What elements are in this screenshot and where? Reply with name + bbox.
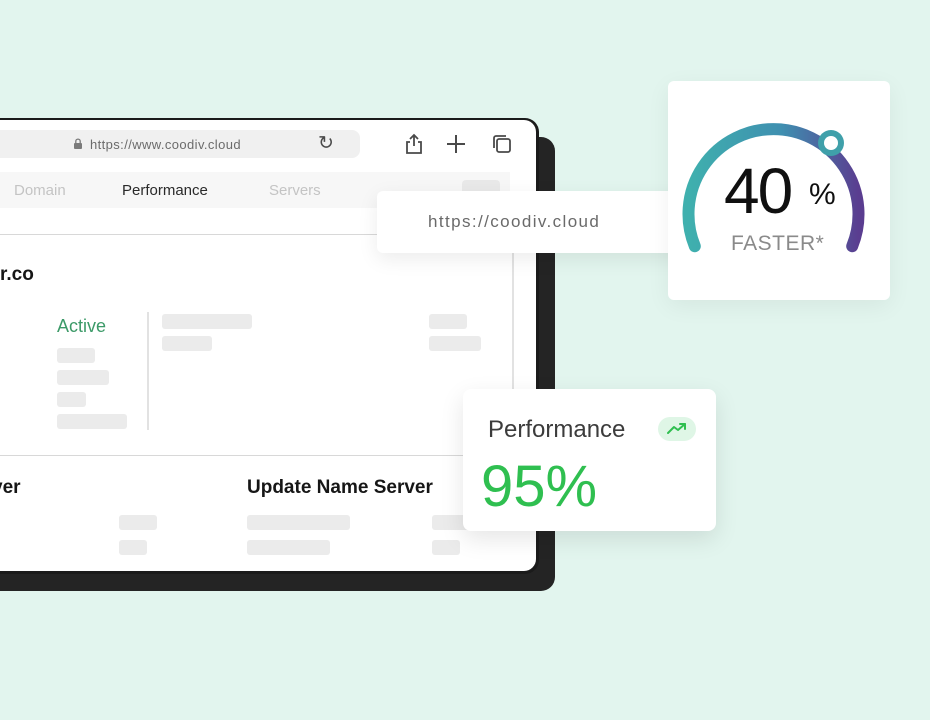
placeholder-line [119, 540, 147, 555]
performance-value: 95% [481, 454, 598, 519]
speed-gauge-unit: % [809, 178, 836, 211]
address-bar[interactable]: https://www.coodiv.cloud ↻ [0, 130, 360, 158]
browser-screen: https://www.coodiv.cloud ↻ Domain Perfor… [0, 120, 536, 571]
speed-gauge-value: 40 [724, 155, 793, 227]
tab-performance[interactable]: Performance [122, 182, 208, 199]
divider [147, 312, 149, 430]
placeholder-line [57, 348, 95, 363]
lock-icon [74, 138, 82, 149]
divider [512, 234, 514, 390]
placeholder-line [247, 540, 330, 555]
placeholder-line [57, 392, 86, 407]
tab-servers[interactable]: Servers [269, 182, 321, 199]
divider [0, 455, 514, 456]
placeholder-line [429, 336, 481, 351]
section-title-update-name-server: Update Name Server [247, 477, 433, 498]
url-card: https://coodiv.cloud [377, 191, 697, 253]
speed-gauge-label: FASTER* [731, 232, 825, 255]
reload-icon[interactable]: ↻ [318, 134, 334, 154]
domain-name: r.co [0, 264, 34, 285]
status-badge: Active [57, 316, 107, 336]
placeholder-line [432, 540, 460, 555]
share-icon[interactable] [404, 133, 424, 155]
section-title-name-server: ver [0, 477, 21, 498]
placeholder-line [247, 515, 350, 530]
performance-title: Performance [488, 416, 626, 443]
placeholder-line [57, 414, 127, 429]
placeholder-line [119, 515, 157, 530]
tab-domain[interactable]: Domain [14, 182, 66, 199]
url-card-text: https://coodiv.cloud [428, 212, 601, 231]
placeholder-line [162, 314, 252, 329]
performance-card: Performance 95% [463, 389, 716, 531]
placeholder-line [162, 336, 212, 351]
new-tab-icon[interactable] [446, 134, 466, 154]
address-bar-url: https://www.coodiv.cloud [90, 137, 241, 152]
trending-up-icon [658, 417, 696, 441]
placeholder-line [57, 370, 109, 385]
tabs-overview-icon[interactable] [491, 133, 513, 155]
speed-gauge-card: 40 % FASTER* [668, 81, 890, 300]
placeholder-line [429, 314, 467, 329]
